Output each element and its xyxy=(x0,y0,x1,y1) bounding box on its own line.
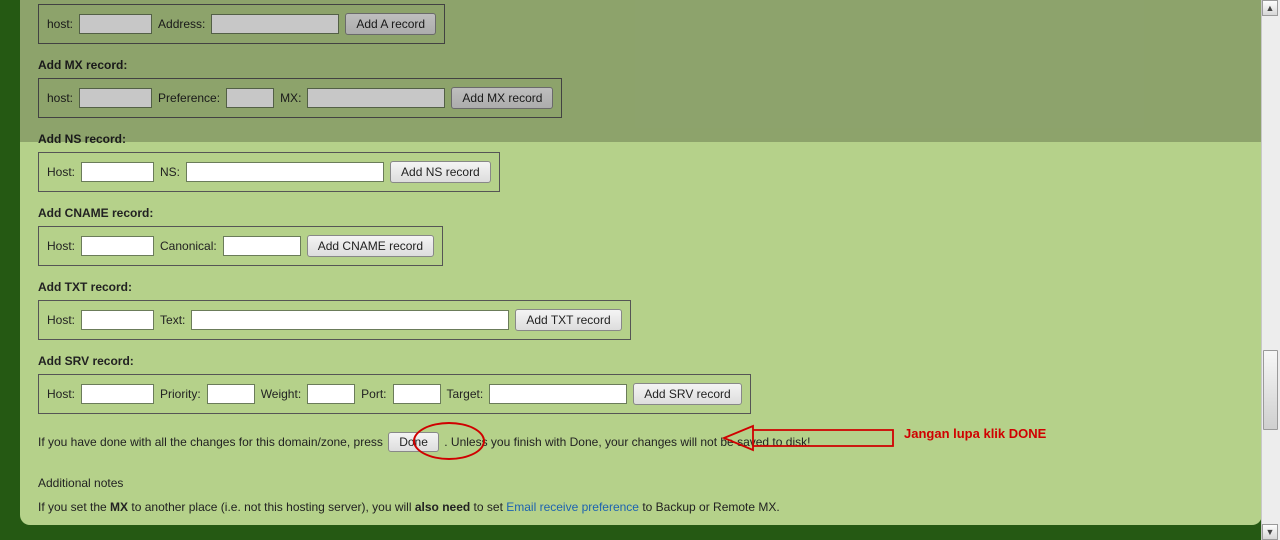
add-txt-record-button[interactable]: Add TXT record xyxy=(515,309,621,331)
notes-p1c: to set xyxy=(470,500,506,514)
srv-target-label: Target: xyxy=(447,387,484,401)
ns-host-input[interactable] xyxy=(81,162,154,182)
mx-section-title: Add MX record: xyxy=(38,58,1244,72)
srv-port-input[interactable] xyxy=(393,384,441,404)
done-button[interactable]: Done xyxy=(388,432,439,452)
cname-canonical-label: Canonical: xyxy=(160,239,217,253)
ns-record-form: Host: NS: Add NS record xyxy=(38,152,500,192)
txt-host-label: Host: xyxy=(47,313,75,327)
scroll-thumb[interactable] xyxy=(1263,350,1278,430)
mx-host-input[interactable] xyxy=(79,88,152,108)
ns-host-label: Host: xyxy=(47,165,75,179)
mx-host-label: host: xyxy=(47,91,73,105)
txt-host-input[interactable] xyxy=(81,310,154,330)
done-post-text: . Unless you finish with Done, your chan… xyxy=(444,435,810,449)
mx-pref-label: Preference: xyxy=(158,91,220,105)
annotation-text: Jangan lupa klik DONE xyxy=(904,426,1046,441)
email-receive-preference-link[interactable]: Email receive preference xyxy=(506,500,639,514)
cname-host-input[interactable] xyxy=(81,236,154,256)
srv-section-title: Add SRV record: xyxy=(38,354,1244,368)
notes-mx: MX xyxy=(110,500,128,514)
ns-ns-input[interactable] xyxy=(186,162,384,182)
notes-p1b: to another place (i.e. not this hosting … xyxy=(128,500,415,514)
vertical-scrollbar[interactable]: ▲ ▼ xyxy=(1261,0,1280,540)
srv-weight-label: Weight: xyxy=(261,387,301,401)
a-record-form: host: Address: Add A record xyxy=(38,4,445,44)
ns-ns-label: NS: xyxy=(160,165,180,179)
srv-priority-label: Priority: xyxy=(160,387,201,401)
add-ns-record-button[interactable]: Add NS record xyxy=(390,161,491,183)
mx-record-form: host: Preference: MX: Add MX record xyxy=(38,78,562,118)
cname-section-title: Add CNAME record: xyxy=(38,206,1244,220)
srv-port-label: Port: xyxy=(361,387,386,401)
done-row: If you have done with all the changes fo… xyxy=(38,432,1244,452)
txt-text-label: Text: xyxy=(160,313,185,327)
cname-canonical-input[interactable] xyxy=(223,236,301,256)
mx-pref-input[interactable] xyxy=(226,88,274,108)
srv-record-form: Host: Priority: Weight: Port: Target: Ad… xyxy=(38,374,751,414)
srv-target-input[interactable] xyxy=(489,384,627,404)
notes-title: Additional notes xyxy=(38,476,1244,490)
txt-section-title: Add TXT record: xyxy=(38,280,1244,294)
txt-record-form: Host: Text: Add TXT record xyxy=(38,300,631,340)
notes-body: If you set the MX to another place (i.e.… xyxy=(38,500,1244,514)
add-a-record-button[interactable]: Add A record xyxy=(345,13,436,35)
add-srv-record-button[interactable]: Add SRV record xyxy=(633,383,742,405)
add-mx-record-button[interactable]: Add MX record xyxy=(451,87,553,109)
scroll-down-button[interactable]: ▼ xyxy=(1262,524,1278,540)
a-host-input[interactable] xyxy=(79,14,152,34)
scroll-up-button[interactable]: ▲ xyxy=(1262,0,1278,16)
done-pre-text: If you have done with all the changes fo… xyxy=(38,435,386,449)
ns-section-title: Add NS record: xyxy=(38,132,1244,146)
a-address-input[interactable] xyxy=(211,14,339,34)
notes-bold: also need xyxy=(415,500,470,514)
srv-host-input[interactable] xyxy=(81,384,154,404)
cname-host-label: Host: xyxy=(47,239,75,253)
a-address-label: Address: xyxy=(158,17,205,31)
a-host-label: host: xyxy=(47,17,73,31)
srv-weight-input[interactable] xyxy=(307,384,355,404)
cname-record-form: Host: Canonical: Add CNAME record xyxy=(38,226,443,266)
mx-mx-label: MX: xyxy=(280,91,301,105)
mx-mx-input[interactable] xyxy=(307,88,445,108)
notes-p1d: to Backup or Remote MX. xyxy=(639,500,780,514)
srv-host-label: Host: xyxy=(47,387,75,401)
add-cname-record-button[interactable]: Add CNAME record xyxy=(307,235,434,257)
notes-p1a: If you set the xyxy=(38,500,110,514)
srv-priority-input[interactable] xyxy=(207,384,255,404)
txt-text-input[interactable] xyxy=(191,310,509,330)
dns-panel: host: Address: Add A record Add MX recor… xyxy=(20,0,1262,525)
